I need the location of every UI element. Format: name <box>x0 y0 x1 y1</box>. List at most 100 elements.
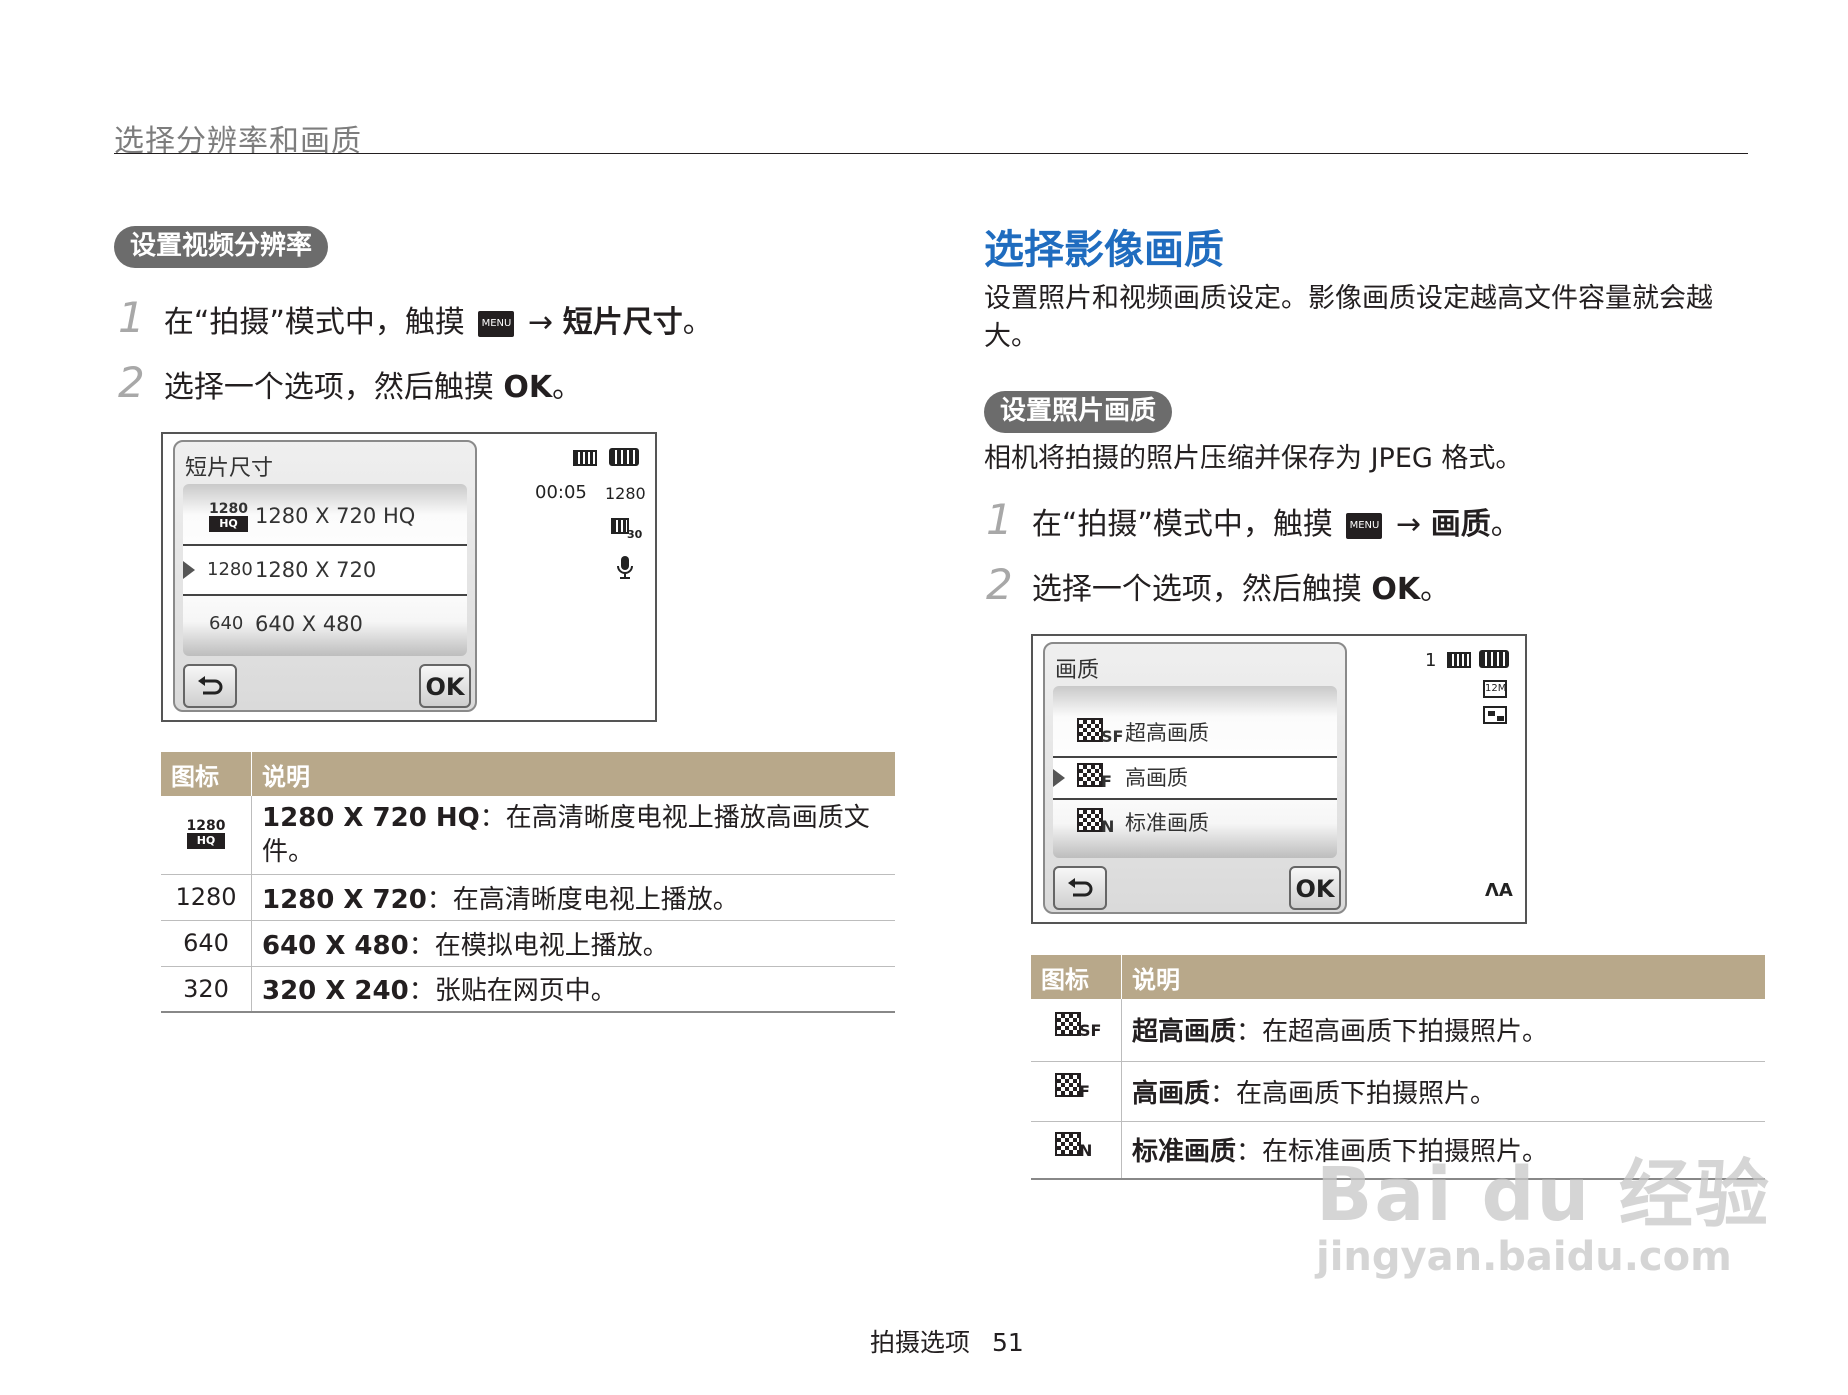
section-pill-video-resolution: 设置视频分辨率 <box>114 226 329 268</box>
photo-quality-table: 图标 说明 SF 超高画质：在超高画质下拍摄照片。 F 高画质：在高画质下拍摄照… <box>1031 955 1765 1180</box>
col-header-icon: 图标 <box>161 752 252 796</box>
row-term: 320 X 240 <box>262 976 409 1007</box>
table-row: 320 320 X 240：张贴在网页中。 <box>161 966 895 1013</box>
battery-icon <box>609 448 639 466</box>
row-desc: ：在超高画质下拍摄照片。 <box>1236 1017 1549 1048</box>
option-super-fine[interactable]: SF 超高画质 <box>1053 712 1337 754</box>
step-end: 。 <box>682 305 713 340</box>
row-term: 高画质 <box>1132 1078 1211 1109</box>
shot-count: 1 <box>1425 650 1437 671</box>
ok-button[interactable]: OK <box>1289 866 1341 910</box>
option-label: 标准画质 <box>1125 811 1209 835</box>
table-row: 1280 1280 X 720：在高清晰度电视上播放。 <box>161 874 895 921</box>
table-row: F 高画质：在高画质下拍摄照片。 <box>1031 1061 1765 1122</box>
resolution-hq-icon: 1280 HQ <box>186 818 226 850</box>
menu-panel: 短片尺寸 1280 HQ 1280 X 720 HQ 1280 1280 X 72… <box>173 440 477 712</box>
camera-mode-icon <box>1447 652 1471 668</box>
menu-title: 画质 <box>1055 658 1100 683</box>
step-number: 2 <box>986 560 1013 609</box>
battery-icon <box>1479 650 1509 668</box>
row-desc: ：在高清晰度电视上播放。 <box>426 884 739 915</box>
back-button[interactable] <box>183 664 237 708</box>
menu-title: 短片尺寸 <box>185 456 274 481</box>
row-desc: ：在高画质下拍摄照片。 <box>1210 1078 1497 1109</box>
section-intro: 设置照片和视频画质设定。影像画质设定越高文件容量就会越大。 <box>984 283 1713 352</box>
arrow-icon: → <box>528 305 554 340</box>
option-list: 1280 HQ 1280 X 720 HQ 1280 1280 X 720 640… <box>183 484 467 656</box>
section-pill-photo-quality: 设置照片画质 <box>984 391 1173 433</box>
col-header-icon: 图标 <box>1031 955 1122 999</box>
step-number: 2 <box>118 358 145 407</box>
step-end: 。 <box>1420 572 1451 607</box>
microphone-icon <box>615 554 635 586</box>
option-normal[interactable]: N 标准画质 <box>1053 802 1337 844</box>
right-step-1: 1 在“拍摄”模式中，触摸 MENU → 画质。 <box>986 498 1521 545</box>
arrow-icon: → <box>1396 507 1422 542</box>
photo-size-icon: 12M <box>1483 680 1507 698</box>
resolution-icon: 640 <box>161 920 252 967</box>
option-1280-hq[interactable]: 1280 HQ 1280 X 720 HQ <box>183 490 467 542</box>
option-label: 1280 X 720 HQ <box>255 504 416 528</box>
quality-normal-icon: N <box>1077 808 1119 838</box>
col-header-desc: 说明 <box>251 752 895 796</box>
watermark-brand: Bai du 经验 <box>1316 1152 1771 1238</box>
quality-fine-icon: F <box>1077 763 1119 793</box>
watermark-url: jingyan.baidu.com <box>1316 1234 1732 1280</box>
row-term: 超高画质 <box>1132 1017 1237 1048</box>
baidu-jingyan-watermark: Bai du 经验 jingyan.baidu.com <box>1316 1155 1771 1279</box>
right-step-2: 2 选择一个选项，然后触摸 OK。 <box>986 563 1450 610</box>
frame-rate-value: 30 <box>627 528 643 541</box>
row-desc: ：在模拟电视上播放。 <box>408 930 669 961</box>
option-640[interactable]: 640 640 X 480 <box>183 598 467 650</box>
menu-panel: 画质 SF 超高画质 F 高画质 N 标准画质 OK <box>1043 642 1347 914</box>
table-row: 1280 HQ 1280 X 720 HQ：在高清晰度电视上播放高画质文件。 <box>161 796 895 875</box>
option-label: 640 X 480 <box>255 612 363 636</box>
quality-normal-icon: N <box>1055 1131 1097 1162</box>
resolution-icon: 320 <box>161 966 252 1013</box>
resolution-icon: 1280 <box>207 559 253 580</box>
recording-time: 00:05 <box>535 482 587 503</box>
option-list: SF 超高画质 F 高画质 N 标准画质 <box>1053 686 1337 858</box>
option-1280-selected[interactable]: 1280 1280 X 720 <box>183 544 467 596</box>
step-text: 选择一个选项，然后触摸 <box>163 370 494 405</box>
selection-pointer-icon <box>1053 769 1065 787</box>
option-fine-selected[interactable]: F 高画质 <box>1053 756 1337 800</box>
flash-icon: ɅA <box>1485 880 1513 901</box>
row-term: 1280 X 720 HQ <box>262 802 480 833</box>
footer-section: 拍摄选项 <box>870 1328 971 1357</box>
step-text: 在“拍摄”模式中，触摸 <box>163 305 465 340</box>
quality-fine-icon: F <box>1055 1073 1097 1103</box>
menu-icon: MENU <box>478 310 515 337</box>
ok-button[interactable]: OK <box>419 664 471 708</box>
step-number: 1 <box>118 293 145 342</box>
resolution-icon: 1280 <box>161 874 252 921</box>
quality-super-fine-icon: SF <box>1077 718 1123 748</box>
option-label: 高画质 <box>1125 766 1188 790</box>
option-label: 1280 X 720 <box>255 558 377 582</box>
row-term: 640 X 480 <box>262 930 409 961</box>
step-target: OK <box>1371 572 1421 607</box>
selection-pointer-icon <box>183 561 195 579</box>
photo-quality-desc: 相机将拍摄的照片压缩并保存为 JPEG 格式。 <box>984 443 1523 474</box>
menu-icon: MENU <box>1346 512 1383 539</box>
step-target: OK <box>503 370 553 405</box>
camera-screen-quality: 画质 SF 超高画质 F 高画质 N 标准画质 OK 1 12M ɅA <box>1031 634 1527 924</box>
step-end: 。 <box>1490 507 1521 542</box>
resolution-icon: 640 <box>209 613 244 634</box>
resolution-indicator: 1280 <box>605 484 646 503</box>
step-text: 在“拍摄”模式中，触摸 <box>1031 507 1333 542</box>
step-text: 选择一个选项，然后触摸 <box>1031 572 1362 607</box>
video-resolution-table: 图标 说明 1280 HQ 1280 X 720 HQ：在高清晰度电视上播放高画质… <box>161 752 895 1013</box>
step-target: 画质 <box>1430 507 1491 542</box>
row-term: 标准画质 <box>1132 1137 1237 1168</box>
left-step-1: 1 在“拍摄”模式中，触摸 MENU → 短片尺寸。 <box>118 296 713 343</box>
quality-indicator-icon <box>1483 706 1507 724</box>
option-label: 超高画质 <box>1125 721 1209 745</box>
section-title-image-quality: 选择影像画质 <box>984 227 1224 273</box>
movie-icon <box>573 450 597 466</box>
header-rule <box>114 153 1748 154</box>
back-button[interactable] <box>1053 866 1107 910</box>
col-header-desc: 说明 <box>1121 955 1765 999</box>
page-number: 51 <box>991 1328 1024 1357</box>
row-desc: ：张贴在网页中。 <box>408 976 617 1007</box>
